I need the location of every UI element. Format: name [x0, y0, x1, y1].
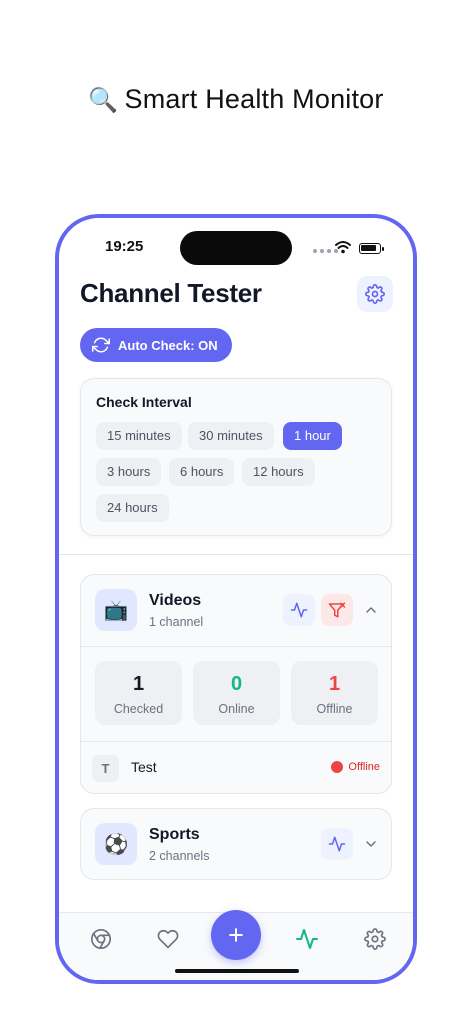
activity-icon [296, 929, 318, 949]
interval-option-15-minutes[interactable]: 15 minutes [96, 422, 182, 450]
page-headline: 🔍 Smart Health Monitor [0, 84, 472, 115]
interval-option-12-hours[interactable]: 12 hours [242, 458, 315, 486]
stat-value: 1 [328, 673, 341, 695]
group-card-sports[interactable]: ⚽ Sports 2 channels [80, 808, 392, 880]
magnifier-icon: 🔍 [88, 87, 119, 114]
interval-option-3-hours[interactable]: 3 hours [96, 458, 162, 486]
add-button[interactable] [211, 910, 261, 960]
interval-option-30-minutes[interactable]: 30 minutes [188, 422, 274, 450]
tab-settings[interactable] [363, 927, 387, 951]
tv-icon: 📺 [95, 589, 137, 631]
chevron-up-icon[interactable] [363, 602, 379, 618]
stat-value: 0 [230, 673, 243, 695]
interval-option-1-hour[interactable]: 1 hour [283, 422, 342, 450]
stat-online: 0 Online [193, 661, 280, 725]
browser-icon [91, 929, 111, 949]
headline-text: Smart Health Monitor [124, 84, 384, 114]
status-time: 19:25 [105, 238, 144, 255]
tab-health[interactable] [295, 927, 319, 951]
gear-icon [364, 928, 386, 950]
battery-icon [359, 243, 384, 254]
channel-name: Test [131, 759, 157, 775]
group-name: Videos [149, 592, 202, 609]
activity-icon [328, 836, 346, 852]
group-body: 1 Checked 0 Online 1 Offline T Test Offl… [81, 646, 391, 782]
stat-offline: 1 Offline [291, 661, 378, 725]
stat-checked: 1 Checked [95, 661, 182, 725]
app-screen: 19:25 Channel Tester Auto Check: ON Chec… [59, 218, 413, 980]
soccer-ball-icon: ⚽ [95, 823, 137, 865]
stat-value: 1 [132, 673, 145, 695]
test-group-button[interactable] [321, 828, 353, 860]
interval-title: Check Interval [96, 394, 192, 410]
gear-icon [365, 284, 385, 304]
stat-label: Checked [113, 702, 164, 716]
channel-row[interactable]: T Test Offline [81, 741, 391, 793]
group-name: Sports [149, 826, 200, 843]
plus-icon [229, 928, 243, 942]
status-badge: Offline [331, 761, 380, 773]
dynamic-island [180, 231, 292, 265]
channel-avatar: T [92, 755, 119, 782]
refresh-icon [92, 337, 110, 353]
group-channel-count: 1 channel [149, 615, 204, 629]
tab-favorites[interactable] [156, 927, 180, 951]
check-interval-card: Check Interval 15 minutes 30 minutes 1 h… [80, 378, 392, 536]
interval-option-24-hours[interactable]: 24 hours [96, 494, 169, 522]
section-divider [59, 554, 413, 555]
wifi-icon [335, 241, 351, 254]
status-text: Offline [348, 761, 380, 773]
stat-label: Offline [316, 702, 353, 716]
offline-dot-icon [331, 761, 344, 773]
tab-browser[interactable] [89, 927, 113, 951]
chevron-down-icon[interactable] [363, 836, 379, 852]
stat-label: Online [218, 702, 255, 716]
settings-button[interactable] [357, 276, 393, 312]
auto-check-label: Auto Check: ON [118, 337, 218, 353]
filter-x-icon [328, 602, 346, 618]
test-group-button[interactable] [283, 594, 315, 626]
filter-offline-button[interactable] [321, 594, 353, 626]
interval-option-6-hours[interactable]: 6 hours [169, 458, 235, 486]
bottom-tab-bar [59, 910, 413, 980]
group-channel-count: 2 channels [149, 849, 210, 863]
page-title: Channel Tester [80, 278, 262, 308]
heart-icon [157, 929, 179, 949]
activity-icon [290, 602, 308, 618]
auto-check-toggle[interactable]: Auto Check: ON [80, 328, 232, 362]
home-indicator [175, 969, 299, 973]
status-bar: 19:25 [59, 218, 413, 278]
phone-frame: 19:25 Channel Tester Auto Check: ON Chec… [55, 214, 417, 984]
group-card-videos: 📺 Videos 1 channel 1 Checked 0 Online 1 … [80, 574, 392, 794]
